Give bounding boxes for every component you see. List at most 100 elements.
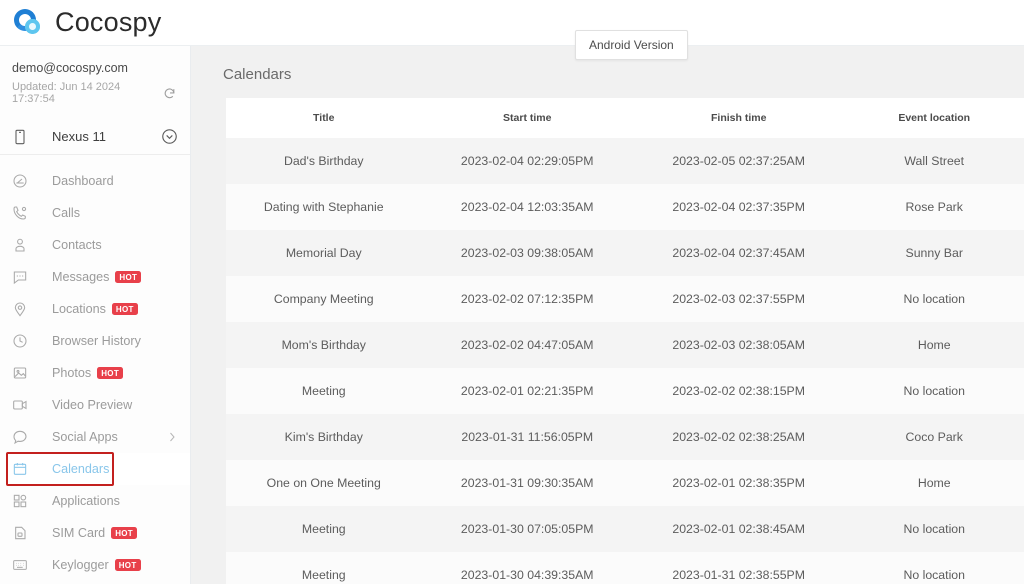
chevron-down-circle-icon[interactable]: [161, 128, 178, 145]
table-row[interactable]: Mom's Birthday 2023-02-02 04:47:05AM 202…: [226, 322, 1024, 368]
sidebar-item-label: Locations: [52, 302, 106, 316]
cell-title: Dad's Birthday: [283, 154, 364, 168]
account-updated-text: Updated: Jun 14 2024 17:37:54: [12, 81, 121, 105]
cell-finish-time: 2023-02-03 02:37:55PM: [672, 292, 806, 306]
table-row[interactable]: Meeting 2023-01-30 04:39:35AM 2023-01-31…: [226, 552, 1024, 584]
cell-finish-time: 2023-02-04 02:37:35PM: [672, 200, 806, 214]
calendars-table-container: Title Start time Finish time Event locat…: [226, 98, 1024, 584]
cell-start-time: 2023-02-01 02:21:35PM: [460, 384, 594, 398]
cell-title: Meeting: [301, 568, 346, 582]
cell-start-time: 2023-02-04 02:29:05PM: [460, 154, 594, 168]
column-header-title[interactable]: Title: [226, 98, 422, 138]
cell-finish-time: 2023-02-04 02:37:45AM: [672, 246, 806, 260]
cell-event-location: Home: [917, 338, 951, 352]
cell-finish-time: 2023-02-02 02:38:15PM: [672, 384, 806, 398]
refresh-icon[interactable]: [163, 87, 176, 100]
hot-badge: HOT: [97, 367, 124, 379]
sidebar-item-messages[interactable]: Messages HOT: [0, 261, 190, 293]
sidebar-item-label: Calendars: [52, 462, 110, 476]
sidebar-item-label: Dashboard: [52, 174, 114, 188]
cell-start-time: 2023-02-04 12:03:35AM: [460, 200, 594, 214]
column-header-start-time[interactable]: Start time: [421, 98, 633, 138]
applications-icon: [12, 493, 31, 509]
cell-event-location: Rose Park: [905, 200, 963, 214]
sidebar-item-label: SIM Card: [52, 526, 106, 540]
cell-event-location: No location: [903, 568, 965, 582]
cell-start-time: 2023-02-02 04:47:05AM: [460, 338, 594, 352]
calendars-table: Title Start time Finish time Event locat…: [226, 98, 1024, 584]
sim-card-icon: [12, 525, 31, 541]
sidebar-item-locations[interactable]: Locations HOT: [0, 293, 190, 325]
cell-finish-time: 2023-02-01 02:38:35PM: [672, 476, 806, 490]
sidebar-item-label: Applications: [52, 494, 120, 508]
sidebar-item-label: Browser History: [52, 334, 141, 348]
clock-icon: [12, 333, 31, 349]
cell-finish-time: 2023-02-03 02:38:05AM: [672, 338, 806, 352]
sidebar-item-social-apps[interactable]: Social Apps: [0, 421, 190, 453]
sidebar-item-sim-card[interactable]: SIM Card HOT: [0, 517, 190, 549]
device-selector[interactable]: Nexus 11: [0, 119, 190, 155]
table-row[interactable]: Dad's Birthday 2023-02-04 02:29:05PM 202…: [226, 138, 1024, 184]
device-name: Nexus 11: [52, 129, 106, 144]
cell-event-location: Coco Park: [905, 430, 963, 444]
hot-badge: HOT: [115, 271, 142, 283]
cell-start-time: 2023-01-31 11:56:05PM: [461, 430, 594, 444]
sidebar-item-keylogger[interactable]: Keylogger HOT: [0, 549, 190, 581]
hot-badge: HOT: [111, 527, 137, 539]
sidebar-item-label: Photos: [52, 366, 92, 380]
sidebar-item-browser-history[interactable]: Browser History: [0, 325, 190, 357]
table-row[interactable]: Dating with Stephanie 2023-02-04 12:03:3…: [226, 184, 1024, 230]
cell-event-location: Sunny Bar: [905, 246, 963, 260]
location-pin-icon: [12, 301, 31, 317]
table-row[interactable]: Memorial Day 2023-02-03 09:38:05AM 2023-…: [226, 230, 1024, 276]
sidebar-item-dashboard[interactable]: Dashboard: [0, 165, 190, 197]
sidebar-item-video-preview[interactable]: Video Preview: [0, 389, 190, 421]
table-body: Dad's Birthday 2023-02-04 02:29:05PM 202…: [226, 138, 1024, 584]
cocospy-logo-icon: [14, 8, 44, 38]
column-header-finish-time[interactable]: Finish time: [632, 98, 845, 138]
table-row[interactable]: One on One Meeting 2023-01-31 09:30:35AM…: [226, 460, 1024, 506]
photo-icon: [12, 365, 31, 381]
social-bubble-icon: [12, 429, 31, 445]
sidebar-item-label: Video Preview: [52, 398, 133, 412]
brand-name: Cocospy: [55, 7, 162, 37]
hot-badge: HOT: [111, 303, 138, 315]
cell-finish-time: 2023-02-02 02:38:25AM: [672, 430, 806, 444]
table-row[interactable]: Company Meeting 2023-02-02 07:12:35PM 20…: [226, 276, 1024, 322]
cell-event-location: No location: [903, 384, 965, 398]
dashboard-icon: [12, 173, 31, 189]
contacts-icon: [12, 237, 31, 253]
sidebar-item-label: Calls: [52, 206, 80, 220]
column-header-event-location[interactable]: Event location: [844, 98, 1024, 138]
sidebar-item-photos[interactable]: Photos HOT: [0, 357, 190, 389]
table-row[interactable]: Meeting 2023-02-01 02:21:35PM 2023-02-02…: [226, 368, 1024, 414]
cell-event-location: No location: [903, 292, 965, 306]
table-row[interactable]: Meeting 2023-01-30 07:05:05PM 2023-02-01…: [226, 506, 1024, 552]
table-header-row: Title Start time Finish time Event locat…: [226, 98, 1024, 138]
sidebar-item-calls[interactable]: Calls: [0, 197, 190, 229]
cell-event-location: Wall Street: [904, 154, 965, 168]
table-row[interactable]: Kim's Birthday 2023-01-31 11:56:05PM 202…: [226, 414, 1024, 460]
sidebar-item-label: Keylogger: [52, 558, 109, 572]
cell-start-time: 2023-01-31 09:30:35AM: [460, 476, 594, 490]
account-block: demo@cocospy.com Updated: Jun 14 2024 17…: [0, 46, 190, 117]
keyboard-icon: [12, 557, 31, 573]
cell-title: Kim's Birthday: [284, 430, 363, 444]
sidebar: demo@cocospy.com Updated: Jun 14 2024 17…: [0, 46, 191, 584]
android-version-tooltip: Android Version: [575, 30, 688, 60]
sidebar-item-calendars[interactable]: Calendars: [0, 452, 190, 486]
cell-title: Company Meeting: [273, 292, 374, 306]
account-email: demo@cocospy.com: [12, 61, 128, 75]
chevron-right-icon: [166, 431, 178, 443]
cell-start-time: 2023-01-30 04:39:35AM: [460, 568, 594, 582]
sidebar-item-applications[interactable]: Applications: [0, 485, 190, 517]
cell-finish-time: 2023-02-05 02:37:25AM: [672, 154, 806, 168]
sidebar-item-label: Social Apps: [52, 430, 118, 444]
cell-title: Mom's Birthday: [281, 338, 366, 352]
phone-call-icon: [12, 205, 31, 221]
sidebar-item-label: Contacts: [52, 238, 102, 252]
sidebar-item-contacts[interactable]: Contacts: [0, 229, 190, 261]
cell-title: Memorial Day: [285, 246, 362, 260]
cell-title: Meeting: [301, 384, 346, 398]
cell-start-time: 2023-02-02 07:12:35PM: [460, 292, 594, 306]
